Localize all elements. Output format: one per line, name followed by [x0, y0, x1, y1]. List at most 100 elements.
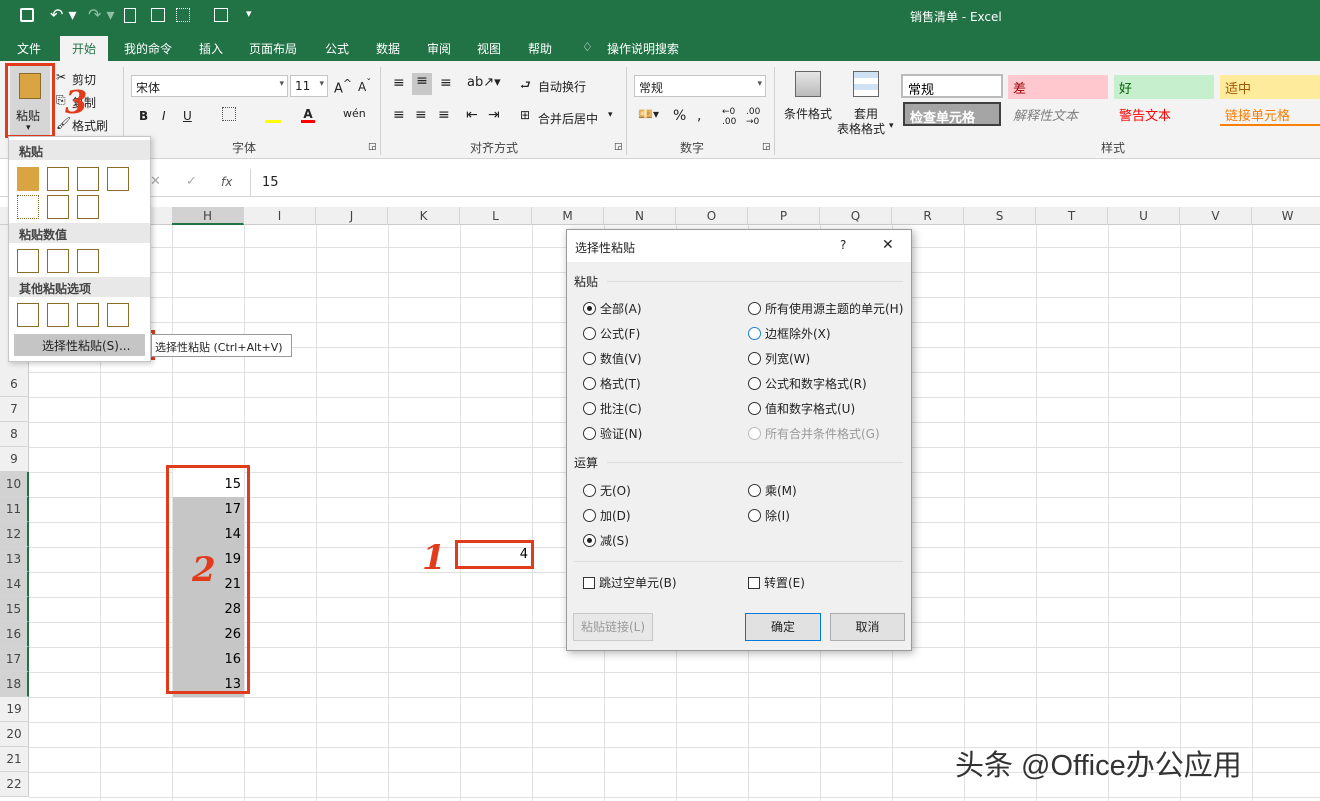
window-icon[interactable] — [214, 8, 228, 22]
radio-divide[interactable]: 除(I) — [748, 507, 790, 524]
increase-decimal-icon[interactable]: ←0.00 — [722, 107, 736, 127]
radio-all[interactable]: 全部(A) — [583, 300, 642, 317]
paste-special-item[interactable]: 选择性粘贴(S)... — [14, 334, 145, 356]
paste-icon[interactable] — [17, 167, 39, 191]
column-header[interactable]: M — [532, 207, 604, 225]
tab-view[interactable]: 视图 — [477, 40, 501, 57]
cancel-button[interactable]: 取消 — [830, 613, 905, 641]
tab-home[interactable]: 开始 — [60, 36, 109, 61]
undo-icon[interactable]: ↶ ▾ — [50, 5, 77, 24]
paste-no-borders-icon[interactable] — [17, 195, 39, 219]
fill-color-icon[interactable] — [265, 107, 281, 123]
currency-icon[interactable]: 💴▾ — [638, 107, 659, 121]
tab-help[interactable]: 帮助 — [528, 40, 552, 57]
bold-button[interactable]: B — [139, 109, 148, 123]
italic-button[interactable]: I — [162, 109, 166, 123]
merge-center-button[interactable]: 合并后居中 — [538, 110, 598, 127]
wrap-text-button[interactable]: 自动换行 — [538, 78, 586, 95]
paste-formulas-icon[interactable] — [47, 167, 69, 191]
column-header[interactable]: U — [1108, 207, 1180, 225]
style-warning[interactable]: 警告文本 — [1114, 102, 1214, 126]
column-header[interactable]: I — [244, 207, 316, 225]
paste-values-icon[interactable] — [17, 249, 39, 273]
paste-transpose-icon[interactable] — [77, 195, 99, 219]
font-color-icon[interactable]: A — [301, 107, 315, 123]
radio-except-borders[interactable]: 边框除外(X) — [748, 325, 831, 342]
column-header[interactable]: P — [748, 207, 820, 225]
column-header[interactable]: V — [1180, 207, 1252, 225]
style-check-cell[interactable]: 检查单元格 — [903, 102, 1001, 126]
style-explanatory[interactable]: 解释性文本 — [1008, 102, 1108, 126]
border-icon[interactable] — [222, 107, 236, 121]
style-good[interactable]: 好 — [1114, 75, 1214, 99]
number-format-select[interactable]: 常规 ▾ — [634, 75, 766, 97]
style-bad[interactable]: 差 — [1008, 75, 1108, 99]
radio-column-widths[interactable]: 列宽(W) — [748, 350, 810, 367]
column-header[interactable]: W — [1252, 207, 1320, 225]
column-header[interactable]: O — [676, 207, 748, 225]
align-right-icon[interactable]: ≡ — [438, 107, 450, 123]
radio-values-number-formats[interactable]: 值和数字格式(U) — [748, 400, 855, 417]
enter-icon[interactable]: ✓ — [186, 174, 197, 189]
radio-subtract[interactable]: 减(S) — [583, 532, 629, 549]
row-header[interactable]: 12 — [0, 522, 29, 547]
style-neutral[interactable]: 适中 — [1220, 75, 1320, 99]
increase-indent-icon[interactable]: ⇥ — [488, 107, 500, 123]
paste-formatting-icon[interactable] — [17, 303, 39, 327]
column-header[interactable]: H — [172, 207, 244, 225]
column-header[interactable]: J — [316, 207, 388, 225]
radio-formulas-number-formats[interactable]: 公式和数字格式(R) — [748, 375, 867, 392]
align-top-icon[interactable]: ≡ — [393, 75, 405, 91]
style-normal[interactable]: 常规 — [901, 74, 1003, 98]
column-header[interactable]: N — [604, 207, 676, 225]
paste-keep-format-icon[interactable] — [107, 167, 129, 191]
paste-col-width-icon[interactable] — [47, 195, 69, 219]
row-header[interactable]: 13 — [0, 547, 29, 572]
paste-values-source-icon[interactable] — [77, 249, 99, 273]
tab-page-layout[interactable]: 页面布局 — [249, 40, 297, 57]
row-header[interactable]: 17 — [0, 647, 29, 672]
chevron-down-icon[interactable]: ▾ — [608, 110, 613, 120]
paste-link-icon[interactable] — [47, 303, 69, 327]
row-header[interactable]: 8 — [0, 422, 29, 447]
row-header[interactable]: 19 — [0, 697, 29, 722]
conditional-format-button[interactable]: 条件格式 — [784, 105, 832, 122]
radio-validation[interactable]: 验证(N) — [583, 425, 642, 442]
tab-tell-me[interactable]: 操作说明搜索 — [607, 40, 679, 57]
paste-values-number-icon[interactable] — [47, 249, 69, 273]
column-header[interactable]: T — [1036, 207, 1108, 225]
tab-review[interactable]: 审阅 — [427, 40, 451, 57]
row-header[interactable]: 21 — [0, 747, 29, 772]
grid-icon[interactable] — [176, 8, 190, 22]
customize-icon[interactable]: ▾ — [246, 7, 252, 20]
row-header[interactable]: 14 — [0, 572, 29, 597]
radio-multiply[interactable]: 乘(M) — [748, 482, 797, 499]
percent-button[interactable]: % — [673, 108, 686, 124]
new-file-icon[interactable] — [124, 8, 136, 23]
help-button[interactable]: ? — [840, 238, 846, 252]
align-middle-icon[interactable]: ≡ — [412, 73, 432, 95]
dialog-launcher-icon[interactable]: ◲ — [762, 142, 771, 152]
row-header[interactable]: 15 — [0, 597, 29, 622]
radio-none[interactable]: 无(O) — [583, 482, 631, 499]
phonetic-icon[interactable]: wén — [343, 107, 366, 120]
row-header[interactable]: 10 — [0, 472, 29, 497]
row-header[interactable]: 11 — [0, 497, 29, 522]
font-name-select[interactable]: 宋体 ▾ — [131, 75, 288, 97]
radio-formulas[interactable]: 公式(F) — [583, 325, 640, 342]
checkbox-transpose[interactable]: 转置(E) — [748, 574, 805, 591]
row-header[interactable]: 22 — [0, 772, 29, 797]
radio-formats[interactable]: 格式(T) — [583, 375, 641, 392]
checkbox-skip-blanks[interactable]: 跳过空单元(B) — [583, 574, 677, 591]
radio-source-theme[interactable]: 所有使用源主题的单元(H) — [748, 300, 903, 317]
orientation-icon[interactable]: ab↗▾ — [467, 75, 501, 90]
radio-add[interactable]: 加(D) — [583, 507, 631, 524]
tab-insert[interactable]: 插入 — [199, 40, 223, 57]
radio-values[interactable]: 数值(V) — [583, 350, 642, 367]
align-left-icon[interactable]: ≡ — [393, 107, 405, 123]
save-as-icon[interactable] — [151, 8, 165, 22]
decrease-indent-icon[interactable]: ⇤ — [466, 107, 478, 123]
row-header[interactable]: 6 — [0, 372, 29, 397]
shrink-font-icon[interactable]: Aˇ — [358, 78, 371, 94]
paste-linked-picture-icon[interactable] — [107, 303, 129, 327]
